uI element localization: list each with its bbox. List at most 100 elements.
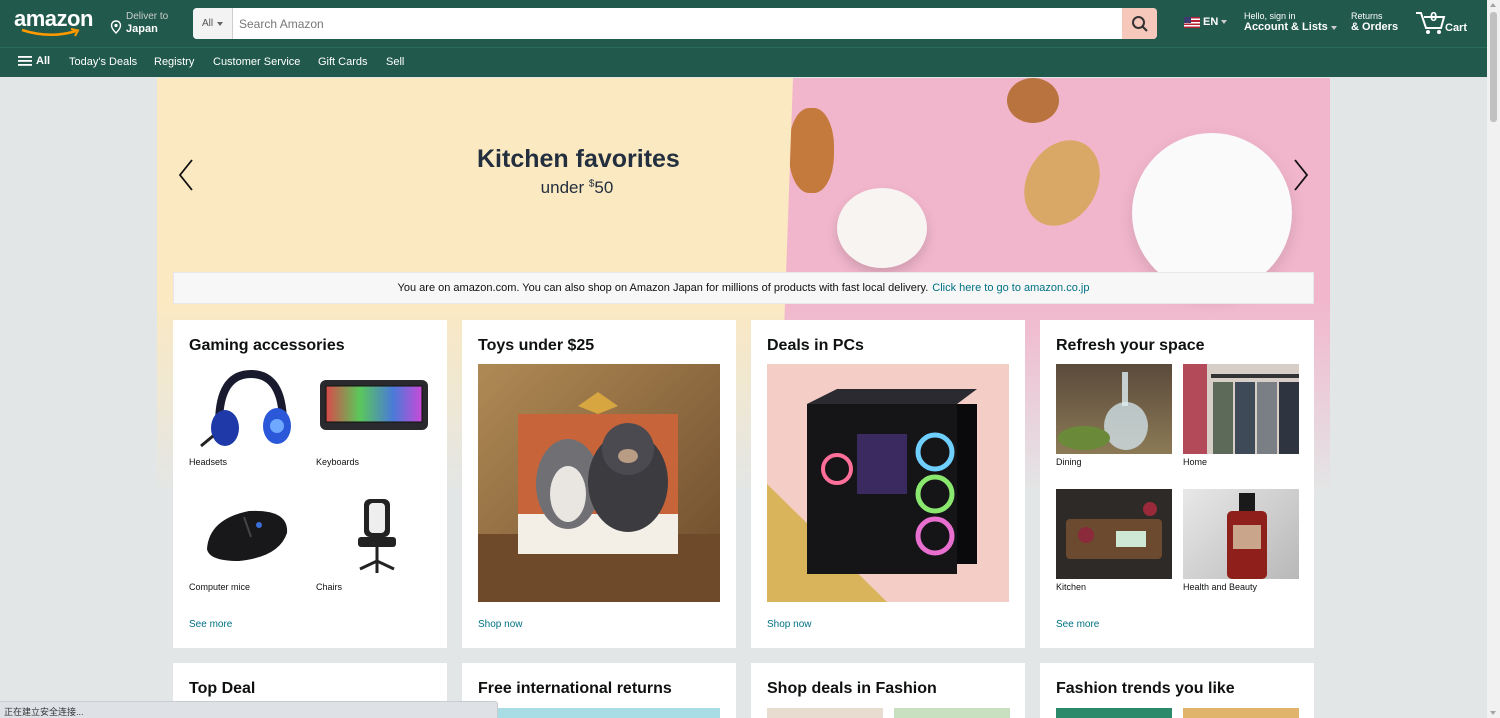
cart-button[interactable]: 0 Cart xyxy=(1415,9,1467,40)
location-pin-icon xyxy=(110,20,122,34)
logo-smile-icon xyxy=(21,28,80,37)
nav-sell[interactable]: Sell xyxy=(386,56,404,68)
orders-label: & Orders xyxy=(1351,21,1399,33)
card-title: Top Deal xyxy=(189,680,256,697)
search-bar: All xyxy=(193,8,1157,39)
nav-registry[interactable]: Registry xyxy=(154,56,194,68)
card-title: Toys under $25 xyxy=(478,337,595,354)
tile-caption: Kitchen xyxy=(1056,582,1087,592)
all-menu-button[interactable]: All xyxy=(18,55,50,67)
tile-dining[interactable]: Dining xyxy=(1056,364,1172,467)
search-button[interactable] xyxy=(1122,8,1157,39)
card-refresh-space: Refresh your space Dining Home Kitchen H… xyxy=(1040,320,1314,648)
nav-todays-deals[interactable]: Today's Deals xyxy=(69,56,137,68)
caret-down-icon xyxy=(217,21,224,26)
card-gaming-accessories: Gaming accessories Headsets Keyboards Co… xyxy=(173,320,447,648)
tile-kitchen[interactable]: Kitchen xyxy=(1056,489,1172,592)
fashion-image[interactable] xyxy=(767,708,883,718)
tile-caption: Dining xyxy=(1056,457,1082,467)
caret-down-icon xyxy=(1330,26,1337,30)
tile-caption: Keyboards xyxy=(316,457,360,467)
search-input[interactable] xyxy=(233,8,1122,39)
hero-title: Kitchen favorites xyxy=(477,145,680,173)
shop-now-link[interactable]: Shop now xyxy=(478,619,522,630)
search-category-label: All xyxy=(201,18,214,29)
notice-text: You are on amazon.com. You can also shop… xyxy=(397,282,929,294)
scroll-thumb[interactable] xyxy=(1490,12,1497,122)
language-label: EN xyxy=(1203,16,1219,28)
returns-label: Returns xyxy=(1351,11,1383,21)
nav-customer-service[interactable]: Customer Service xyxy=(213,56,300,68)
scroll-down-icon[interactable] xyxy=(1490,711,1496,715)
returns-image[interactable] xyxy=(478,708,720,718)
hero-subtitle-prefix: under xyxy=(540,178,589,197)
account-greeting: Hello, sign in xyxy=(1244,11,1296,21)
card-title: Fashion trends you like xyxy=(1056,680,1235,697)
tile-caption: Chairs xyxy=(316,582,343,592)
kitchen-image xyxy=(1056,489,1172,579)
tile-caption: Health and Beauty xyxy=(1183,582,1258,592)
wooden-spoon-image xyxy=(1007,78,1059,123)
deliver-label: Deliver to xyxy=(126,11,169,22)
tile-headsets[interactable]: Headsets xyxy=(189,364,305,467)
card-fashion-trends: Fashion trends you like xyxy=(1040,663,1314,718)
hero-subtitle: under $50 xyxy=(477,178,677,198)
page-scrollbar[interactable] xyxy=(1487,0,1500,718)
tile-chairs[interactable]: Chairs xyxy=(316,489,432,592)
language-selector[interactable]: EN xyxy=(1184,16,1228,28)
browser-status-bar: 正在建立安全连接... xyxy=(0,701,498,718)
hero-subtitle-amount: 50 xyxy=(594,178,614,197)
card-free-returns: Free international returns xyxy=(462,663,736,718)
headset-image xyxy=(189,364,305,454)
tile-computer-mice[interactable]: Computer mice xyxy=(189,489,305,592)
wooden-spoon-image xyxy=(1009,126,1115,240)
see-more-link[interactable]: See more xyxy=(1056,619,1099,630)
fashion-trend-image[interactable] xyxy=(1056,708,1172,718)
all-menu-label: All xyxy=(36,55,51,67)
amazon-logo[interactable]: amazon xyxy=(14,8,96,38)
keyboard-image xyxy=(316,364,432,454)
bowl-image xyxy=(837,188,927,268)
account-lists-menu[interactable]: Hello, sign in Account & Lists xyxy=(1244,11,1337,33)
card-pcs: Deals in PCs Shop now xyxy=(751,320,1025,648)
card-title: Free international returns xyxy=(478,680,672,697)
nav-gift-cards[interactable]: Gift Cards xyxy=(318,56,368,68)
deliver-country: Japan xyxy=(126,23,158,35)
tile-keyboards[interactable]: Keyboards xyxy=(316,364,432,467)
card-fashion-deals: Shop deals in Fashion xyxy=(751,663,1025,718)
tile-caption: Computer mice xyxy=(189,582,251,592)
chevron-right-icon[interactable] xyxy=(1292,158,1310,192)
hamburger-icon xyxy=(18,56,32,66)
cart-count: 0 xyxy=(1430,9,1438,24)
caret-down-icon xyxy=(1221,20,1228,24)
toys-image[interactable] xyxy=(478,364,720,602)
us-flag-icon xyxy=(1184,16,1200,28)
returns-orders-link[interactable]: Returns & Orders xyxy=(1351,11,1398,33)
dining-image xyxy=(1056,364,1172,454)
see-more-link[interactable]: See more xyxy=(189,619,232,630)
card-title: Shop deals in Fashion xyxy=(767,680,937,697)
chevron-left-icon[interactable] xyxy=(177,158,195,192)
mouse-image xyxy=(189,489,305,579)
card-toys: Toys under $25 Shop now xyxy=(462,320,736,648)
scroll-up-icon[interactable] xyxy=(1490,3,1496,7)
account-lists-row: Account & Lists xyxy=(1244,21,1337,33)
home-image xyxy=(1183,364,1299,454)
shop-now-link[interactable]: Shop now xyxy=(767,619,811,630)
fashion-trend-image[interactable] xyxy=(1183,708,1299,718)
fashion-image[interactable] xyxy=(894,708,1010,718)
tile-home[interactable]: Home xyxy=(1183,364,1299,467)
search-category-select[interactable]: All xyxy=(193,8,233,39)
country-notice-bar: You are on amazon.com. You can also shop… xyxy=(173,272,1314,304)
cart-label: Cart xyxy=(1445,22,1468,34)
tile-caption: Home xyxy=(1183,457,1208,467)
search-icon xyxy=(1131,15,1148,32)
secondary-nav-bar: All Today's Deals Registry Customer Serv… xyxy=(0,47,1487,77)
tile-health-beauty[interactable]: Health and Beauty xyxy=(1183,489,1299,592)
chair-image xyxy=(316,489,432,579)
tile-caption: Headsets xyxy=(189,457,228,467)
pc-image[interactable] xyxy=(767,364,1009,602)
amazon-jp-link[interactable]: Click here to go to amazon.co.jp xyxy=(932,282,1089,294)
top-nav-bar: amazon Deliver to Japan All EN xyxy=(0,0,1487,47)
wooden-spoon-image xyxy=(789,108,834,193)
